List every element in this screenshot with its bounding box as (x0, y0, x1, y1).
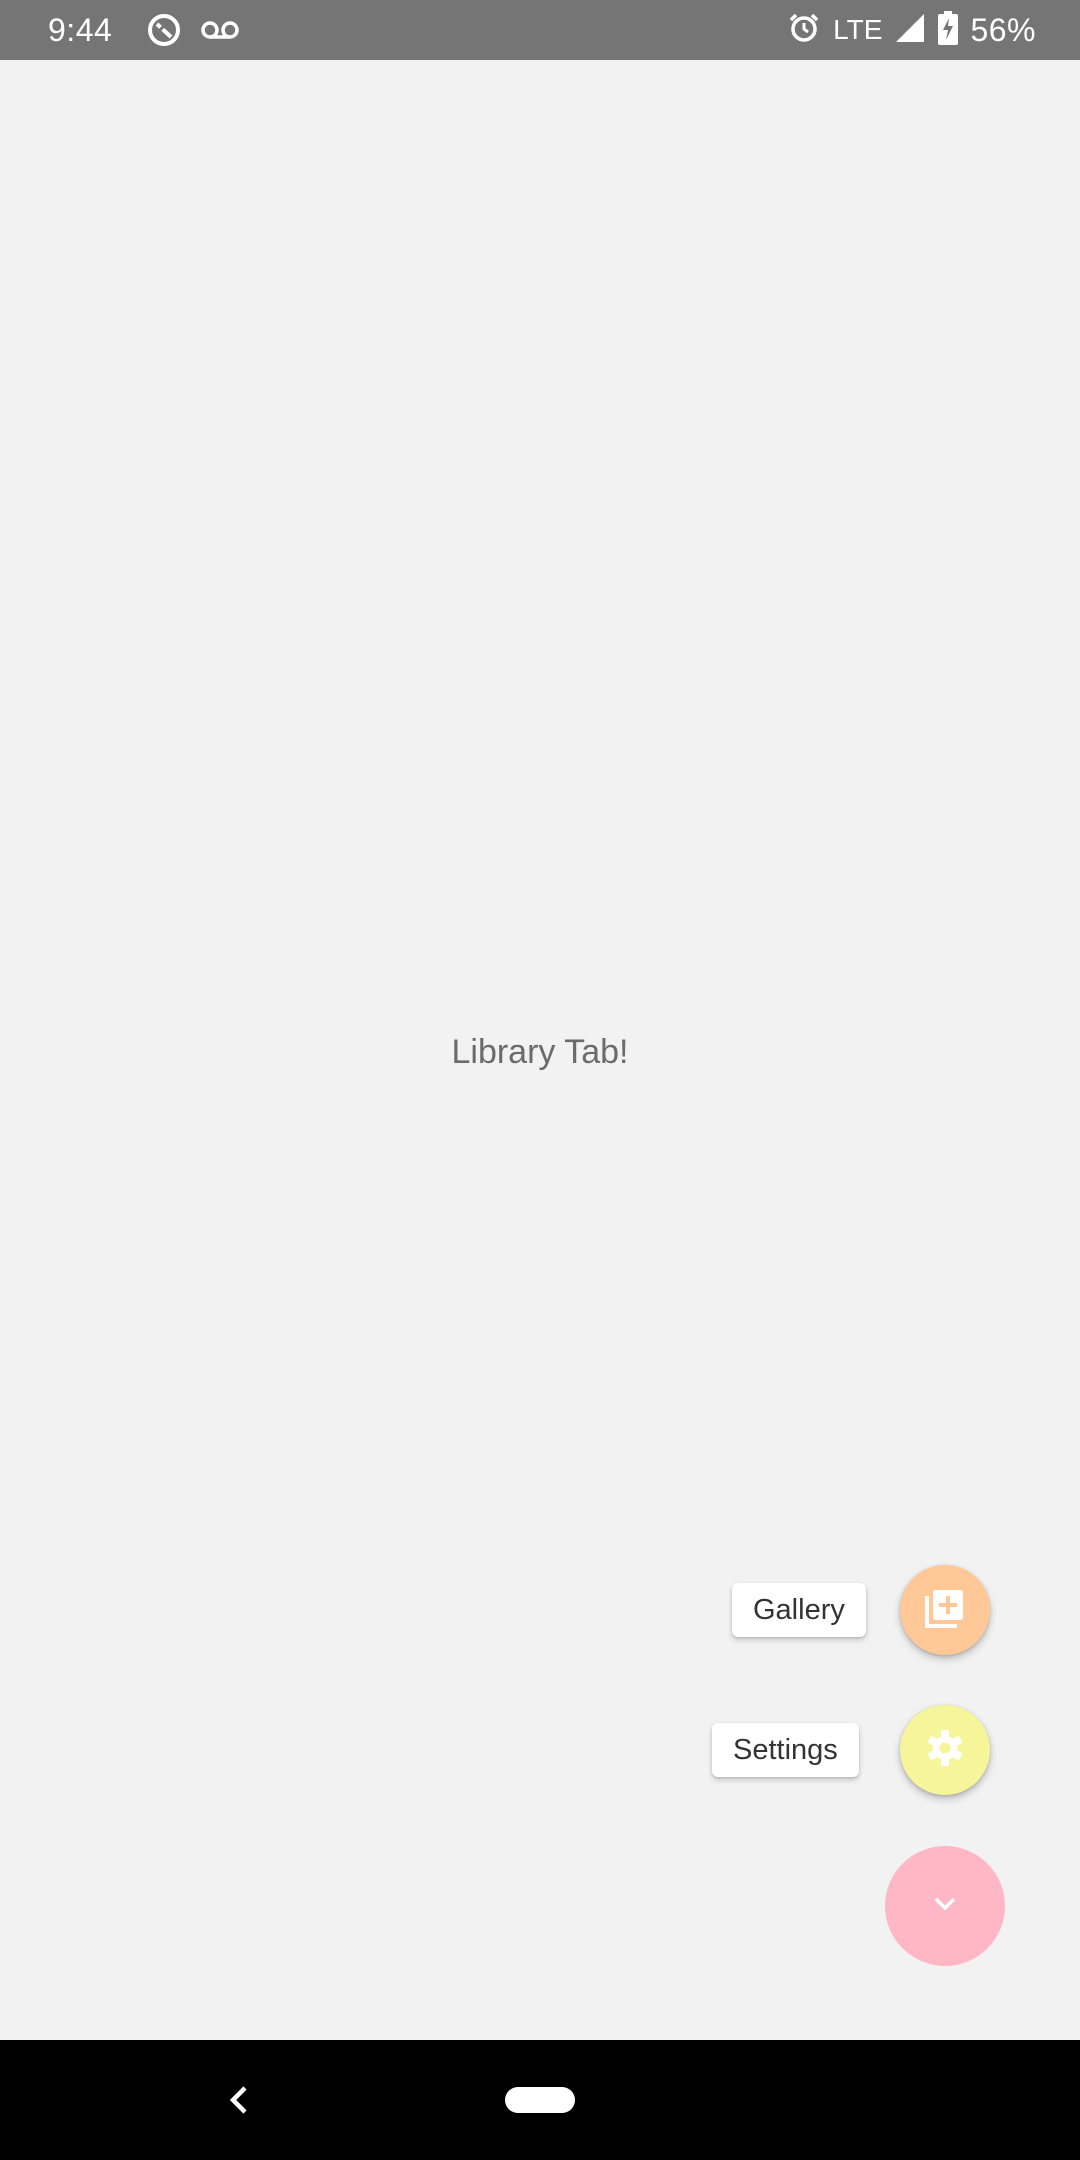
status-bar: 9:44 LTE 56% (0, 0, 1080, 60)
gallery-fab-button[interactable] (900, 1565, 990, 1655)
main-fab-button[interactable] (885, 1846, 1005, 1966)
status-time: 9:44 (48, 12, 113, 48)
alarm-icon (787, 11, 821, 50)
gallery-label[interactable]: Gallery (732, 1583, 866, 1637)
signal-icon (894, 12, 926, 49)
chevron-down-icon (930, 1894, 960, 1919)
add-to-library-icon (923, 1586, 967, 1635)
network-type: LTE (833, 14, 883, 45)
battery-percent: 56% (970, 12, 1036, 48)
battery-charging-icon (938, 10, 959, 50)
settings-label[interactable]: Settings (712, 1723, 859, 1777)
settings-fab-button[interactable] (900, 1705, 990, 1795)
library-tab-text: Library Tab! (451, 1033, 629, 1071)
data-saver-icon (146, 12, 182, 48)
navigation-bar (0, 2040, 1080, 2160)
screen: 9:44 LTE 56% Library Tab! Gallery Settin… (0, 0, 1080, 2160)
back-icon[interactable] (222, 2082, 258, 2118)
gear-icon (923, 1726, 967, 1775)
voicemail-icon (200, 12, 240, 48)
status-right-group: LTE 56% (787, 0, 1036, 60)
home-pill-icon[interactable] (505, 2087, 575, 2113)
